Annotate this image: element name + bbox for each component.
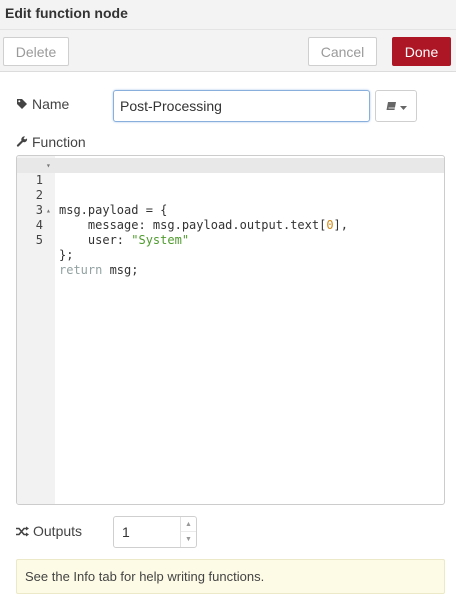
outputs-value[interactable]: 1 xyxy=(122,524,130,540)
code-line: 5 return msg; xyxy=(17,218,444,277)
outputs-label: Outputs xyxy=(16,523,82,539)
help-tip-text: See the Info tab for help writing functi… xyxy=(25,569,265,584)
page-title: Edit function node xyxy=(5,5,128,21)
help-tip: See the Info tab for help writing functi… xyxy=(16,559,445,594)
code-text: }; xyxy=(59,248,74,262)
fold-toggle-icon[interactable]: ▾ xyxy=(46,158,51,173)
spinner-buttons: ▲ ▼ xyxy=(180,517,196,547)
function-label: Function xyxy=(16,134,86,150)
wrench-icon xyxy=(16,136,28,148)
outputs-spinner[interactable]: 1 ▲ ▼ xyxy=(113,516,197,548)
shuffle-icon xyxy=(16,526,29,537)
name-input[interactable] xyxy=(113,90,370,122)
function-label-text: Function xyxy=(32,134,86,150)
icon-picker-button[interactable] xyxy=(375,90,417,122)
delete-button[interactable]: Delete xyxy=(3,37,69,66)
book-icon xyxy=(386,98,397,114)
line-number: 5 xyxy=(35,233,43,247)
name-label: Name xyxy=(16,96,69,112)
code-line: 1 ▾ msg.payload = { xyxy=(17,158,444,217)
tray-toolbar: Delete Cancel Done xyxy=(0,30,456,72)
name-label-text: Name xyxy=(32,96,70,112)
fold-toggle-icon[interactable]: ▴ xyxy=(46,203,51,218)
code-text: return msg; xyxy=(59,263,139,277)
spinner-down-icon[interactable]: ▼ xyxy=(181,532,196,547)
code-line: 3 user: "System" xyxy=(17,188,444,247)
caret-down-icon xyxy=(399,98,407,114)
spinner-up-icon[interactable]: ▲ xyxy=(181,517,196,532)
tag-icon xyxy=(16,98,28,110)
code-editor[interactable]: 1 ▾ msg.payload = { 2 message: msg.paylo… xyxy=(16,155,445,505)
cancel-button[interactable]: Cancel xyxy=(308,37,377,66)
outputs-label-text: Outputs xyxy=(33,523,83,539)
code-line: 2 message: msg.payload.output.text[0], xyxy=(17,173,444,232)
tray-header: Edit function node xyxy=(0,0,456,30)
done-button[interactable]: Done xyxy=(392,37,451,66)
code-text: user: "System" xyxy=(59,233,190,247)
code-line: 4 ▴ }; xyxy=(17,203,444,262)
